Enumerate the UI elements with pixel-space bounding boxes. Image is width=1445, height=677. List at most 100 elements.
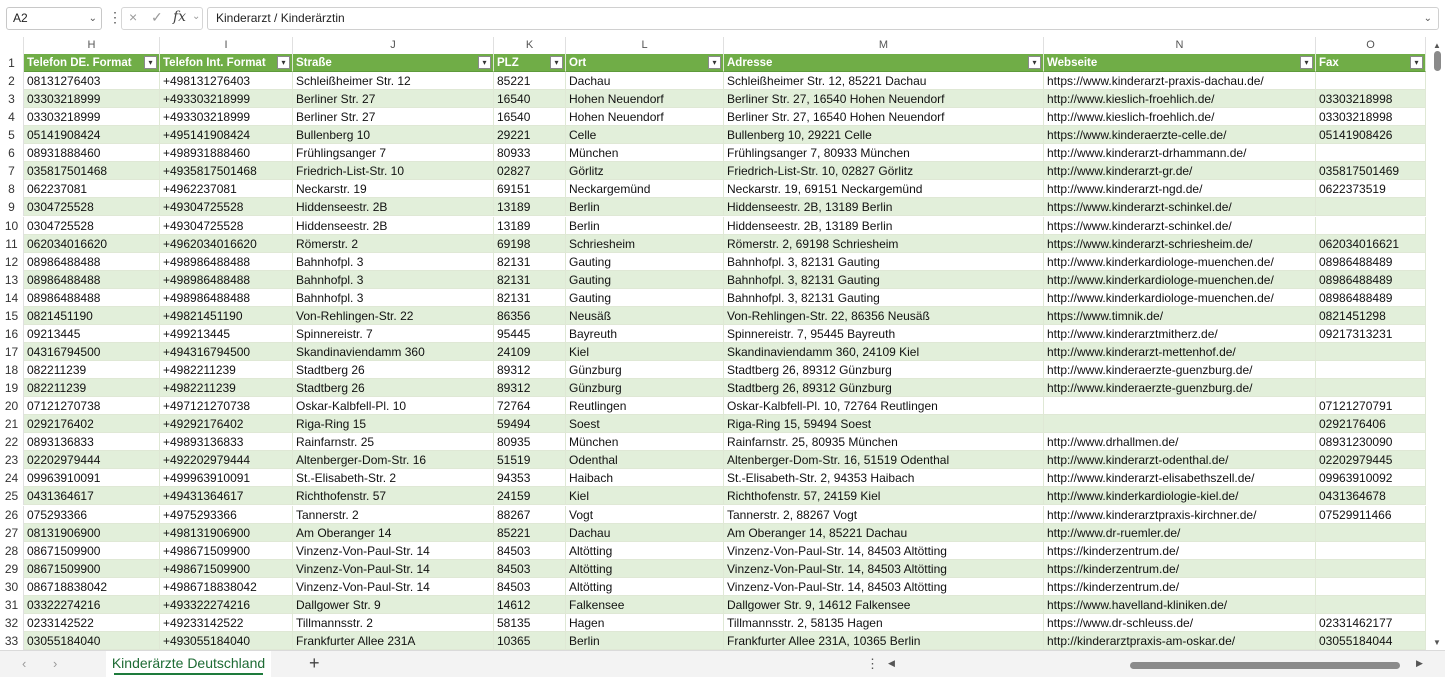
cell-telefon-de[interactable]: 0304725528 xyxy=(24,198,160,217)
cell-telefon-de[interactable]: 082211239 xyxy=(24,361,160,380)
cell-telefon-de[interactable]: 03303218999 xyxy=(24,90,160,109)
cell-telefon-int[interactable]: +498986488488 xyxy=(160,252,293,271)
cell-plz[interactable]: 29221 xyxy=(494,126,566,145)
cell-fax[interactable]: 0622373519 xyxy=(1316,180,1426,199)
cell-ort[interactable]: Neusäß xyxy=(566,306,724,325)
cell-plz[interactable]: 85221 xyxy=(494,72,566,91)
row-number[interactable]: 16 xyxy=(0,324,24,343)
cell-telefon-int[interactable]: +498671509900 xyxy=(160,541,293,560)
cell-webseite[interactable]: http://www.kinderarzt-ngd.de/ xyxy=(1044,180,1316,199)
cell-webseite[interactable]: http://www.kinderkardiologe-muenchen.de/ xyxy=(1044,288,1316,307)
header-cell-telefon-int[interactable]: Telefon Int. Format ▾ xyxy=(160,54,293,72)
cell-strasse[interactable]: Bullenberg 10 xyxy=(293,126,494,145)
cell-telefon-int[interactable]: +499963910091 xyxy=(160,469,293,488)
cell-adresse[interactable]: Stadtberg 26, 89312 Günzburg xyxy=(724,361,1044,380)
row-number[interactable]: 24 xyxy=(0,469,24,488)
cell-telefon-de[interactable]: 086718838042 xyxy=(24,577,160,596)
cell-telefon-de[interactable]: 08986488488 xyxy=(24,270,160,289)
cell-telefon-int[interactable]: +4982211239 xyxy=(160,361,293,380)
cell-plz[interactable]: 51519 xyxy=(494,451,566,470)
cell-ort[interactable]: Altötting xyxy=(566,541,724,560)
cell-ort[interactable]: Kiel xyxy=(566,342,724,361)
cell-plz[interactable]: 89312 xyxy=(494,379,566,398)
cell-fax[interactable]: 03303218998 xyxy=(1316,90,1426,109)
cell-fax[interactable]: 0821451298 xyxy=(1316,306,1426,325)
cell-plz[interactable]: 69198 xyxy=(494,234,566,253)
cell-plz[interactable]: 13189 xyxy=(494,216,566,235)
header-cell-telefon-de[interactable]: Telefon DE. Format ▾ xyxy=(24,54,160,72)
scroll-thumb[interactable] xyxy=(1434,51,1441,71)
cell-fax[interactable]: 062034016621 xyxy=(1316,234,1426,253)
column-header-j[interactable]: J xyxy=(293,37,494,54)
horizontal-scroll-thumb[interactable] xyxy=(1130,662,1400,669)
cell-fax[interactable] xyxy=(1316,198,1426,217)
cell-strasse[interactable]: Römerstr. 2 xyxy=(293,234,494,253)
header-cell-ort[interactable]: Ort ▾ xyxy=(566,54,724,72)
cell-telefon-int[interactable]: +498131276403 xyxy=(160,72,293,91)
cell-strasse[interactable]: Skandinaviendamm 360 xyxy=(293,342,494,361)
cell-plz[interactable]: 84503 xyxy=(494,577,566,596)
cell-telefon-int[interactable]: +494316794500 xyxy=(160,342,293,361)
cell-telefon-de[interactable]: 09213445 xyxy=(24,324,160,343)
cell-adresse[interactable]: Schleißheimer Str. 12, 85221 Dachau xyxy=(724,72,1044,91)
cell-adresse[interactable]: Hiddenseestr. 2B, 13189 Berlin xyxy=(724,198,1044,217)
cell-telefon-de[interactable]: 0304725528 xyxy=(24,216,160,235)
cell-strasse[interactable]: Berliner Str. 27 xyxy=(293,90,494,109)
cell-webseite[interactable]: http://www.kinderkardiologie-kiel.de/ xyxy=(1044,487,1316,506)
filter-dropdown-icon[interactable]: ▾ xyxy=(1300,56,1313,69)
cell-plz[interactable]: 88267 xyxy=(494,505,566,524)
cell-strasse[interactable]: Rainfarnstr. 25 xyxy=(293,433,494,452)
cell-ort[interactable]: Neckargemünd xyxy=(566,180,724,199)
cell-fax[interactable] xyxy=(1316,523,1426,542)
cell-adresse[interactable]: Bahnhofpl. 3, 82131 Gauting xyxy=(724,270,1044,289)
cell-adresse[interactable]: Riga-Ring 15, 59494 Soest xyxy=(724,415,1044,434)
cell-telefon-int[interactable]: +493303218999 xyxy=(160,90,293,109)
cell-ort[interactable]: Kiel xyxy=(566,487,724,506)
cell-telefon-int[interactable]: +49821451190 xyxy=(160,306,293,325)
cell-strasse[interactable]: Am Oberanger 14 xyxy=(293,523,494,542)
cell-adresse[interactable]: Stadtberg 26, 89312 Günzburg xyxy=(724,379,1044,398)
row-number[interactable]: 13 xyxy=(0,270,24,289)
column-header-h[interactable]: H xyxy=(24,37,160,54)
cell-plz[interactable]: 84503 xyxy=(494,559,566,578)
cell-ort[interactable]: Schriesheim xyxy=(566,234,724,253)
cell-ort[interactable]: Gauting xyxy=(566,270,724,289)
cell-webseite[interactable]: http://www.kinderarzt-elisabethszell.de/ xyxy=(1044,469,1316,488)
cell-telefon-int[interactable]: +4986718838042 xyxy=(160,577,293,596)
cell-fax[interactable]: 05141908426 xyxy=(1316,126,1426,145)
cell-webseite[interactable]: http://www.kinderkardiologe-muenchen.de/ xyxy=(1044,270,1316,289)
cell-adresse[interactable]: St.-Elisabeth-Str. 2, 94353 Haibach xyxy=(724,469,1044,488)
cell-ort[interactable]: Günzburg xyxy=(566,361,724,380)
cell-telefon-int[interactable]: +493322274216 xyxy=(160,595,293,614)
filter-dropdown-icon[interactable]: ▾ xyxy=(1410,56,1423,69)
cell-adresse[interactable]: Bullenberg 10, 29221 Celle xyxy=(724,126,1044,145)
cell-ort[interactable]: Reutlingen xyxy=(566,397,724,416)
cell-ort[interactable]: Dachau xyxy=(566,523,724,542)
cell-ort[interactable]: München xyxy=(566,144,724,163)
cell-strasse[interactable]: Stadtberg 26 xyxy=(293,361,494,380)
cell-telefon-int[interactable]: +498986488488 xyxy=(160,288,293,307)
scroll-left-icon[interactable]: ◀ xyxy=(888,658,895,669)
row-number[interactable]: 22 xyxy=(0,433,24,452)
row-number[interactable]: 9 xyxy=(0,198,24,217)
cell-fax[interactable]: 07529911466 xyxy=(1316,505,1426,524)
cell-telefon-int[interactable]: +495141908424 xyxy=(160,126,293,145)
cell-webseite[interactable]: http://www.kinderaerzte-guenzburg.de/ xyxy=(1044,361,1316,380)
cell-webseite[interactable]: https://www.kinderarzt-schinkel.de/ xyxy=(1044,216,1316,235)
cell-ort[interactable]: Falkensee xyxy=(566,595,724,614)
cell-webseite[interactable]: http://www.kinderarzt-odenthal.de/ xyxy=(1044,451,1316,470)
cell-telefon-de[interactable]: 0431364617 xyxy=(24,487,160,506)
row-number[interactable]: 29 xyxy=(0,559,24,578)
cell-webseite[interactable]: http://www.kinderarzt-drhammann.de/ xyxy=(1044,144,1316,163)
insert-function-icon[interactable]: fx xyxy=(173,9,186,25)
cell-strasse[interactable]: Hiddenseestr. 2B xyxy=(293,216,494,235)
cell-fax[interactable] xyxy=(1316,379,1426,398)
cell-fax[interactable] xyxy=(1316,216,1426,235)
cell-plz[interactable]: 82131 xyxy=(494,270,566,289)
cell-ort[interactable]: Berlin xyxy=(566,631,724,650)
header-cell-adresse[interactable]: Adresse ▾ xyxy=(724,54,1044,72)
cell-webseite[interactable]: http://www.drhallmen.de/ xyxy=(1044,433,1316,452)
row-number[interactable]: 17 xyxy=(0,342,24,361)
row-number[interactable]: 4 xyxy=(0,108,24,127)
header-cell-fax[interactable]: Fax ▾ xyxy=(1316,54,1426,72)
